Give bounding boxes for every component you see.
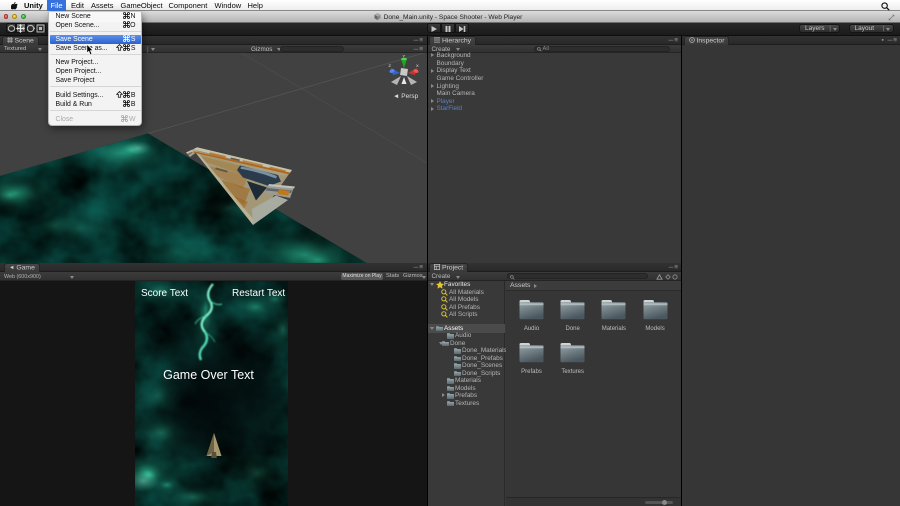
svg-text:Z: Z (389, 63, 392, 68)
svg-text:◄ Persp: ◄ Persp (393, 93, 419, 100)
svg-text:Y: Y (403, 54, 406, 59)
svg-text:X: X (416, 63, 419, 68)
